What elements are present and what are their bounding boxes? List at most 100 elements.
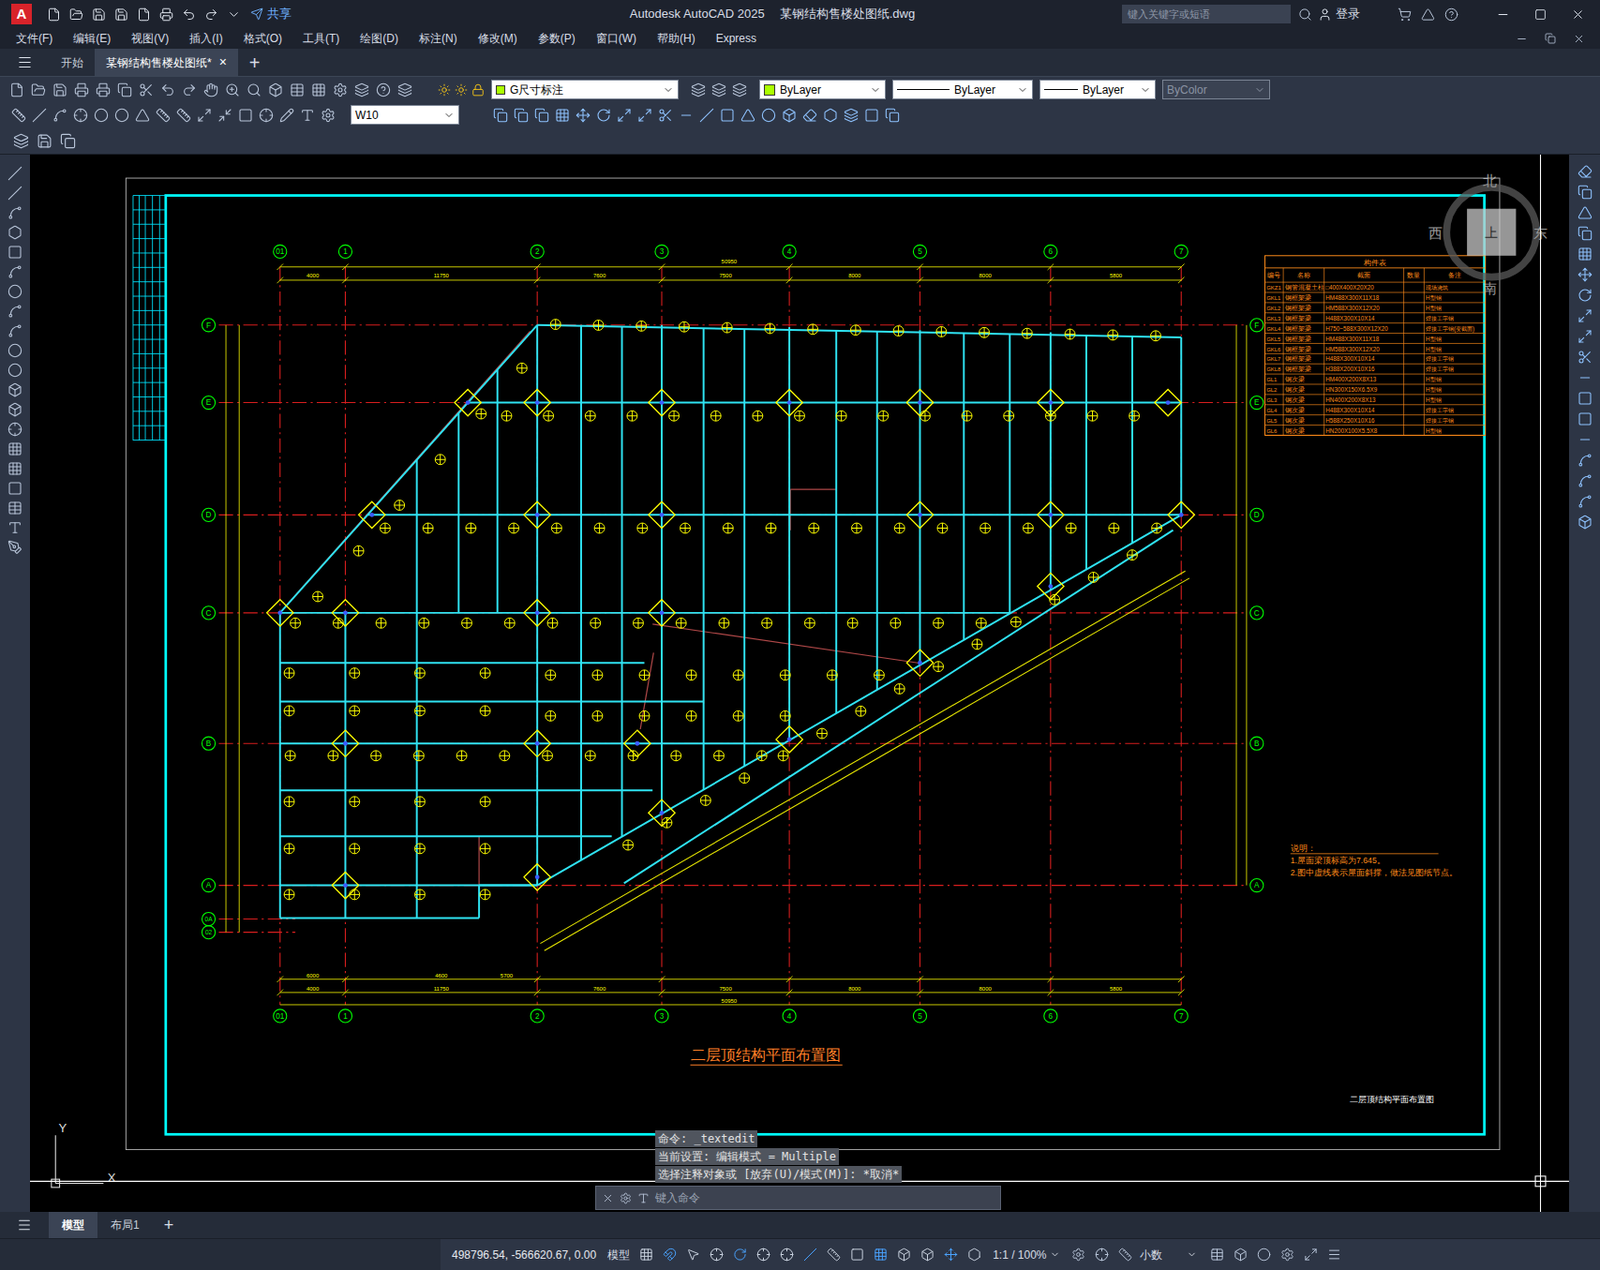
- revcloud-icon[interactable]: [7, 303, 23, 319]
- break-icon[interactable]: [1577, 411, 1593, 427]
- ordinate-dim-icon[interactable]: [73, 107, 89, 123]
- explode-icon[interactable]: [781, 107, 797, 123]
- trim-icon[interactable]: [657, 107, 673, 123]
- lineweight-dropdown[interactable]: ByLayer: [1039, 79, 1156, 100]
- properties-icon[interactable]: [268, 82, 284, 98]
- make-current-icon[interactable]: [690, 82, 706, 98]
- hatch-icon[interactable]: [7, 441, 23, 457]
- annotation-scale[interactable]: 1:1 / 100%: [992, 1246, 1060, 1264]
- fullscreen-icon[interactable]: [1303, 1247, 1318, 1262]
- make-block-icon[interactable]: [7, 402, 23, 418]
- palette-icon[interactable]: [311, 82, 327, 98]
- layer-lock-icon[interactable]: [471, 83, 485, 97]
- design-center-icon[interactable]: [289, 82, 305, 98]
- group-icon[interactable]: [843, 107, 859, 123]
- tab-close[interactable]: ×: [219, 52, 227, 73]
- saveas-icon[interactable]: [114, 7, 129, 22]
- arc-dim-icon[interactable]: [52, 107, 68, 123]
- mtext-icon[interactable]: [7, 520, 23, 536]
- menu-item[interactable]: 视图(V): [120, 29, 180, 47]
- point-icon[interactable]: [7, 421, 23, 437]
- workspace-icon[interactable]: [1071, 1247, 1086, 1262]
- annotation-visibility-icon[interactable]: [967, 1247, 982, 1262]
- menu-item[interactable]: 格式(O): [233, 29, 293, 47]
- ortho-icon[interactable]: [709, 1247, 724, 1262]
- open-icon[interactable]: [69, 7, 84, 22]
- undo-icon[interactable]: [160, 82, 176, 98]
- copy-icon[interactable]: [117, 82, 133, 98]
- offset-icon[interactable]: [1577, 225, 1593, 241]
- customize-icon[interactable]: [226, 7, 241, 22]
- blend-icon[interactable]: [822, 107, 838, 123]
- calc-icon[interactable]: [354, 82, 370, 98]
- customize-icon[interactable]: [1327, 1247, 1342, 1262]
- otrack-icon[interactable]: [803, 1247, 818, 1262]
- baseline-dim-icon[interactable]: [155, 107, 171, 123]
- layer-previous-icon[interactable]: [711, 82, 727, 98]
- close-icon[interactable]: [1570, 7, 1586, 22]
- new-icon[interactable]: [9, 82, 25, 98]
- transparency-icon[interactable]: [850, 1247, 865, 1262]
- osnap-icon[interactable]: [779, 1247, 794, 1262]
- linetype-dropdown[interactable]: ByLayer: [892, 79, 1033, 100]
- color-dropdown[interactable]: ByLayer: [759, 79, 886, 100]
- units-icon[interactable]: [1118, 1247, 1133, 1262]
- menu-item[interactable]: 修改(M): [467, 29, 528, 47]
- filter-icon[interactable]: [920, 1247, 935, 1262]
- layout-tab[interactable]: 布局1: [97, 1211, 153, 1239]
- menu-item[interactable]: Express: [705, 29, 767, 47]
- layer-save-icon[interactable]: [36, 133, 53, 150]
- drawing-view[interactable]: 5095040001175076007500800080005800600046…: [29, 154, 1570, 1212]
- doc-close-icon[interactable]: [1572, 32, 1586, 45]
- dim-space-icon[interactable]: [196, 107, 212, 123]
- match-icon[interactable]: [884, 107, 900, 123]
- add-selected-icon[interactable]: [7, 539, 23, 555]
- annotation-monitor-icon[interactable]: [1094, 1247, 1109, 1262]
- units-arrow-icon[interactable]: [1186, 1249, 1197, 1260]
- mirror-icon[interactable]: [513, 107, 529, 123]
- menu-item[interactable]: 窗口(W): [585, 29, 647, 47]
- dim-edit-icon[interactable]: [279, 107, 295, 123]
- menu-item[interactable]: 文件(F): [5, 29, 63, 47]
- layout-menu-icon[interactable]: [16, 1217, 32, 1233]
- trim-icon[interactable]: [1577, 349, 1593, 365]
- infer-icon[interactable]: [686, 1247, 701, 1262]
- ellipse-arc-icon[interactable]: [7, 362, 23, 378]
- app-logo[interactable]: A: [11, 3, 32, 25]
- search-icon[interactable]: [1298, 7, 1313, 22]
- close-command-icon[interactable]: [601, 1192, 614, 1205]
- command-line[interactable]: 键入命令: [595, 1185, 1002, 1211]
- move-icon[interactable]: [575, 107, 591, 123]
- pan-icon[interactable]: [203, 82, 219, 98]
- angular-dim-icon[interactable]: [134, 107, 150, 123]
- model-space-toggle[interactable]: 模型: [607, 1246, 630, 1264]
- undo-icon[interactable]: [181, 7, 196, 22]
- scale-arrow-icon[interactable]: [1049, 1249, 1061, 1260]
- dropdown-arrow-icon[interactable]: [1016, 84, 1029, 96]
- chamfer-icon[interactable]: [1577, 452, 1593, 468]
- save-icon[interactable]: [52, 82, 68, 98]
- erase-icon[interactable]: [1577, 164, 1593, 180]
- user-icon[interactable]: [1317, 7, 1332, 22]
- array-icon[interactable]: [554, 107, 570, 123]
- diameter-dim-icon[interactable]: [114, 107, 130, 123]
- join-icon[interactable]: [719, 107, 735, 123]
- block-icon[interactable]: [864, 107, 880, 123]
- dim-break-icon[interactable]: [217, 107, 233, 123]
- dim-update-icon[interactable]: [320, 107, 336, 123]
- command-input[interactable]: 键入命令: [655, 1189, 995, 1207]
- break-icon[interactable]: [699, 107, 715, 123]
- dynamic-ucs-icon[interactable]: [897, 1247, 912, 1262]
- layer-on-icon[interactable]: [437, 83, 451, 97]
- doc-restore-icon[interactable]: [1544, 32, 1556, 45]
- rotate-icon[interactable]: [596, 107, 612, 123]
- menu-item[interactable]: 帮助(H): [646, 29, 706, 47]
- cut-icon[interactable]: [138, 82, 154, 98]
- xline-icon[interactable]: [7, 185, 23, 201]
- dimstyle-dropdown[interactable]: W10: [350, 104, 460, 125]
- layer-state-icon[interactable]: [13, 133, 30, 150]
- web-icon[interactable]: [136, 7, 151, 22]
- layer-copy-icon[interactable]: [59, 133, 76, 150]
- polar-icon[interactable]: [732, 1247, 748, 1262]
- layer-iso-icon[interactable]: [732, 82, 748, 98]
